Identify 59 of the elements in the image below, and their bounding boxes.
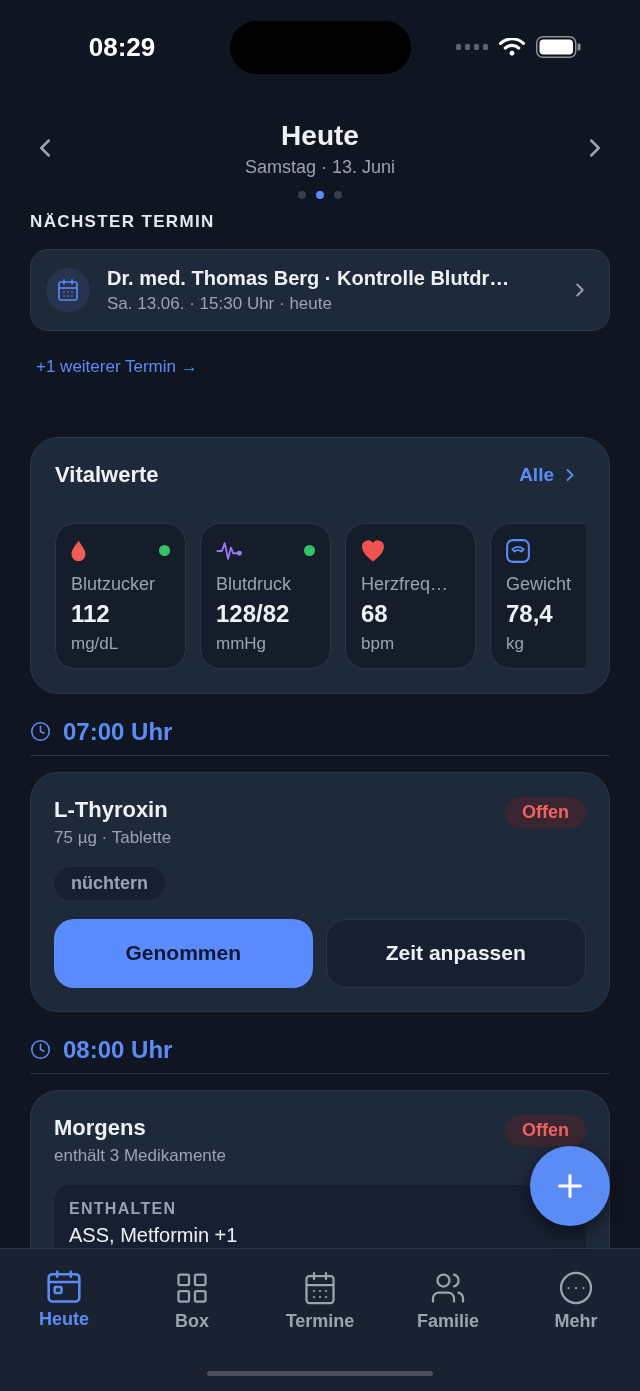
vital-label: Blutdruck (216, 572, 293, 595)
contents-list: ASS, Metformin +1 (69, 1223, 571, 1246)
medication-name: L-Thyroxin (54, 795, 169, 824)
vital-value: 68 (361, 599, 389, 628)
medication-details: enthält 3 Medikamente (54, 1144, 226, 1167)
vital-label: Herzfreq… (361, 572, 450, 595)
contents-heading: ENTHALTEN (69, 1198, 178, 1219)
appointment-title: Dr. med. Thomas Berg · Kontrolle Blutdr… (107, 265, 511, 290)
vitals-title: Vitalwerte (55, 461, 159, 490)
vital-tile[interactable]: Herzfreq… 68 bpm (345, 522, 476, 669)
page-title: Heute (281, 119, 359, 153)
vital-value: 78,4 (506, 599, 554, 628)
vital-label: Blutzucker (71, 572, 157, 595)
battery-icon (536, 36, 581, 58)
adjust-time-button[interactable]: Zeit anpassen (325, 918, 586, 988)
drop-icon (71, 539, 86, 562)
clock-icon (30, 1039, 51, 1060)
tab-item[interactable]: Box (128, 1270, 256, 1332)
tab-item[interactable]: Termine (256, 1270, 384, 1332)
tab-item[interactable]: Familie (384, 1270, 512, 1332)
time-heading: 07:00 Uhr (63, 716, 173, 747)
vital-tile[interactable]: Blutdruck 128/82 mmHg (200, 522, 331, 669)
pulse-icon (216, 541, 243, 560)
section-heading: NÄCHSTER TERMIN (30, 212, 216, 232)
clock-icon (30, 721, 51, 742)
vital-unit: mmHg (216, 632, 268, 655)
vital-unit: bpm (361, 632, 396, 655)
vital-unit: mg/dL (71, 632, 120, 655)
medication-details: 75 µg · Tablette (54, 826, 172, 849)
contents-panel[interactable]: ENTHALTEN ASS, Metformin +1 (54, 1184, 586, 1248)
more-appointments-link[interactable]: +1 weiterer Termin → (36, 356, 198, 378)
more-icon (558, 1270, 594, 1306)
taken-button[interactable]: Genommen (54, 918, 313, 988)
date-subtitle: Samstag · 13. Juni (244, 156, 396, 179)
vital-unit: kg (506, 632, 525, 655)
appointment-details: Sa. 13.06. · 15:30 Uhr · heute (107, 292, 333, 315)
tab-item[interactable]: Heute (0, 1270, 128, 1332)
status-badge: Offen (505, 796, 586, 828)
vital-tile[interactable]: Blutzucker 112 mg/dL (55, 522, 186, 669)
calendar-icon (47, 1270, 81, 1304)
medication-name: Morgens (54, 1113, 147, 1142)
heart-icon (361, 539, 385, 562)
all-link[interactable]: Alle (519, 461, 580, 490)
tag: nüchtern (54, 866, 165, 900)
calendar-icon (302, 1270, 338, 1306)
grid-icon (174, 1270, 210, 1306)
vital-value: 112 (71, 599, 111, 628)
tab-item[interactable]: Mehr (512, 1270, 640, 1332)
status-time: 08:29 (88, 30, 156, 64)
signal-icon (456, 44, 488, 50)
wifi-icon (499, 38, 525, 56)
appointment-card[interactable]: Dr. med. Thomas Berg · Kontrolle Blutdr… Sa. 13.06. · 15:30 Uhr · heute (30, 249, 610, 331)
vital-value: 128/82 (216, 599, 291, 628)
time-heading: 08:00 Uhr (63, 1034, 173, 1065)
status-badge: Offen (505, 1114, 586, 1146)
calendar-icon (46, 268, 90, 312)
vital-label: Gewicht (506, 572, 573, 595)
scale-icon (506, 538, 530, 563)
vital-tile[interactable]: Gewicht 78,4 kg (490, 522, 586, 669)
